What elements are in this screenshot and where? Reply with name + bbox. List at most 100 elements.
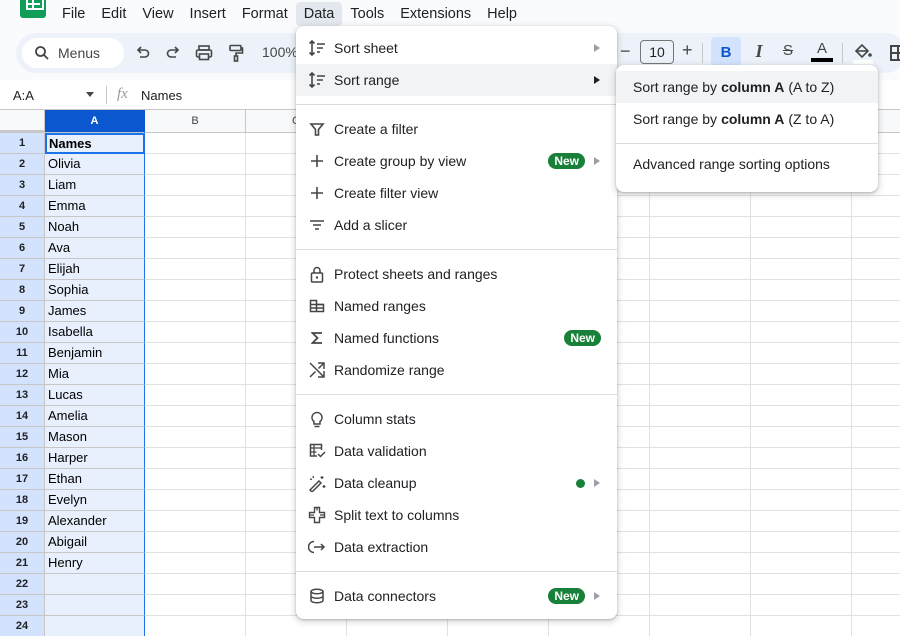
- menu-item-named-functions[interactable]: Named functions New: [296, 322, 617, 354]
- row-header-23[interactable]: 23: [0, 595, 45, 616]
- menu-help[interactable]: Help: [479, 2, 525, 26]
- menu-item-data-cleanup[interactable]: Data cleanup: [296, 467, 617, 499]
- menu-item-split-text-to-columns[interactable]: Split text to columns: [296, 499, 617, 531]
- cell-a17[interactable]: Ethan: [45, 469, 145, 490]
- undo-button[interactable]: [132, 42, 154, 64]
- row-header-10[interactable]: 10: [0, 322, 45, 343]
- row-header-4[interactable]: 4: [0, 196, 45, 217]
- menu-view[interactable]: View: [134, 2, 181, 26]
- row-header-11[interactable]: 11: [0, 343, 45, 364]
- row-header-16[interactable]: 16: [0, 448, 45, 469]
- decrease-font-size-button[interactable]: −: [620, 41, 631, 62]
- cell-a8[interactable]: Sophia: [45, 280, 145, 301]
- menu-item-data-connectors[interactable]: Data connectors New: [296, 580, 617, 612]
- row-header-7[interactable]: 7: [0, 259, 45, 280]
- row-header-22[interactable]: 22: [0, 574, 45, 595]
- cell-a12[interactable]: Mia: [45, 364, 145, 385]
- search-menus-button[interactable]: Menus: [22, 38, 124, 68]
- name-box-dropdown-icon[interactable]: [86, 92, 94, 97]
- row-header-6[interactable]: 6: [0, 238, 45, 259]
- sheets-logo-icon[interactable]: [20, 0, 46, 18]
- menu-item-create-group-by-view[interactable]: Create group by view New: [296, 145, 617, 177]
- menu-tools[interactable]: Tools: [342, 2, 392, 26]
- cell-a16[interactable]: Harper: [45, 448, 145, 469]
- cell-a21[interactable]: Henry: [45, 553, 145, 574]
- cell-a10[interactable]: Isabella: [45, 322, 145, 343]
- cell-a15[interactable]: Mason: [45, 427, 145, 448]
- fx-icon: fx: [117, 86, 128, 102]
- italic-button[interactable]: I: [749, 41, 769, 62]
- row-header-13[interactable]: 13: [0, 385, 45, 406]
- menu-data[interactable]: Data: [295, 2, 343, 26]
- menu-item-create-filter-view[interactable]: Create filter view: [296, 177, 617, 209]
- font-size-input[interactable]: 10: [640, 40, 674, 64]
- cell-a7[interactable]: Elijah: [45, 259, 145, 280]
- zoom-select[interactable]: 100%: [262, 44, 298, 60]
- name-box[interactable]: A:A: [13, 88, 34, 103]
- cell-a2[interactable]: Olivia: [45, 154, 145, 175]
- cell-a20[interactable]: Abigail: [45, 532, 145, 553]
- cell-a18[interactable]: Evelyn: [45, 490, 145, 511]
- row-header-20[interactable]: 20: [0, 532, 45, 553]
- cell-a13[interactable]: Lucas: [45, 385, 145, 406]
- row-header-18[interactable]: 18: [0, 490, 45, 511]
- menu-file[interactable]: File: [54, 2, 93, 26]
- select-all-corner[interactable]: [0, 110, 45, 133]
- row-header-8[interactable]: 8: [0, 280, 45, 301]
- cell-a1[interactable]: Names: [45, 133, 145, 154]
- cell-a11[interactable]: Benjamin: [45, 343, 145, 364]
- cell-a4[interactable]: Emma: [45, 196, 145, 217]
- cell-a9[interactable]: James: [45, 301, 145, 322]
- row-header-2[interactable]: 2: [0, 154, 45, 175]
- row-header-21[interactable]: 21: [0, 553, 45, 574]
- sort-a-to-z-item[interactable]: Sort range by column A (A to Z): [616, 71, 878, 103]
- menu-item-column-stats[interactable]: Column stats: [296, 403, 617, 435]
- menu-item-sort-sheet[interactable]: Sort sheet: [296, 32, 617, 64]
- row-header-19[interactable]: 19: [0, 511, 45, 532]
- menu-item-protect-sheets-and-ranges[interactable]: Protect sheets and ranges: [296, 258, 617, 290]
- advanced-sorting-item[interactable]: Advanced range sorting options: [616, 148, 878, 180]
- fill-color-button[interactable]: [852, 41, 874, 65]
- menu-item-sort-range[interactable]: Sort range: [296, 64, 617, 96]
- cell-a24[interactable]: [45, 616, 145, 636]
- column-header-a[interactable]: A: [45, 110, 145, 133]
- row-header-3[interactable]: 3: [0, 175, 45, 196]
- print-button[interactable]: [193, 42, 215, 64]
- redo-button[interactable]: [162, 42, 184, 64]
- menu-item-randomize-range[interactable]: Randomize range: [296, 354, 617, 386]
- row-header-17[interactable]: 17: [0, 469, 45, 490]
- menu-divider: [296, 394, 617, 395]
- menu-item-data-validation[interactable]: Data validation: [296, 435, 617, 467]
- strikethrough-button[interactable]: S: [778, 42, 798, 59]
- cell-a14[interactable]: Amelia: [45, 406, 145, 427]
- formula-input[interactable]: Names: [141, 88, 182, 103]
- cell-a6[interactable]: Ava: [45, 238, 145, 259]
- row-header-9[interactable]: 9: [0, 301, 45, 322]
- cell-a19[interactable]: Alexander: [45, 511, 145, 532]
- cell-a22[interactable]: [45, 574, 145, 595]
- row-header-12[interactable]: 12: [0, 364, 45, 385]
- row-header-24[interactable]: 24: [0, 616, 45, 636]
- menu-edit[interactable]: Edit: [93, 2, 134, 26]
- cell-a5[interactable]: Noah: [45, 217, 145, 238]
- menu-item-create-a-filter[interactable]: Create a filter: [296, 113, 617, 145]
- column-header-b[interactable]: B: [145, 110, 246, 133]
- paint-format-button[interactable]: [225, 42, 247, 64]
- borders-button[interactable]: [890, 45, 900, 61]
- menu-format[interactable]: Format: [234, 2, 296, 26]
- row-header-15[interactable]: 15: [0, 427, 45, 448]
- menu-insert[interactable]: Insert: [182, 2, 234, 26]
- row-header-14[interactable]: 14: [0, 406, 45, 427]
- text-color-button[interactable]: A: [810, 40, 834, 62]
- row-header-5[interactable]: 5: [0, 217, 45, 238]
- cell-a3[interactable]: Liam: [45, 175, 145, 196]
- row-header-1[interactable]: 1: [0, 133, 45, 154]
- increase-font-size-button[interactable]: +: [682, 40, 693, 61]
- cell-a23[interactable]: [45, 595, 145, 616]
- sort-z-to-a-item[interactable]: Sort range by column A (Z to A): [616, 103, 878, 135]
- menu-extensions[interactable]: Extensions: [392, 2, 479, 26]
- menu-item-add-a-slicer[interactable]: Add a slicer: [296, 209, 617, 241]
- menu-item-named-ranges[interactable]: Named ranges: [296, 290, 617, 322]
- menu-item-data-extraction[interactable]: Data extraction: [296, 531, 617, 563]
- menu-item-label: Sort range: [334, 72, 400, 88]
